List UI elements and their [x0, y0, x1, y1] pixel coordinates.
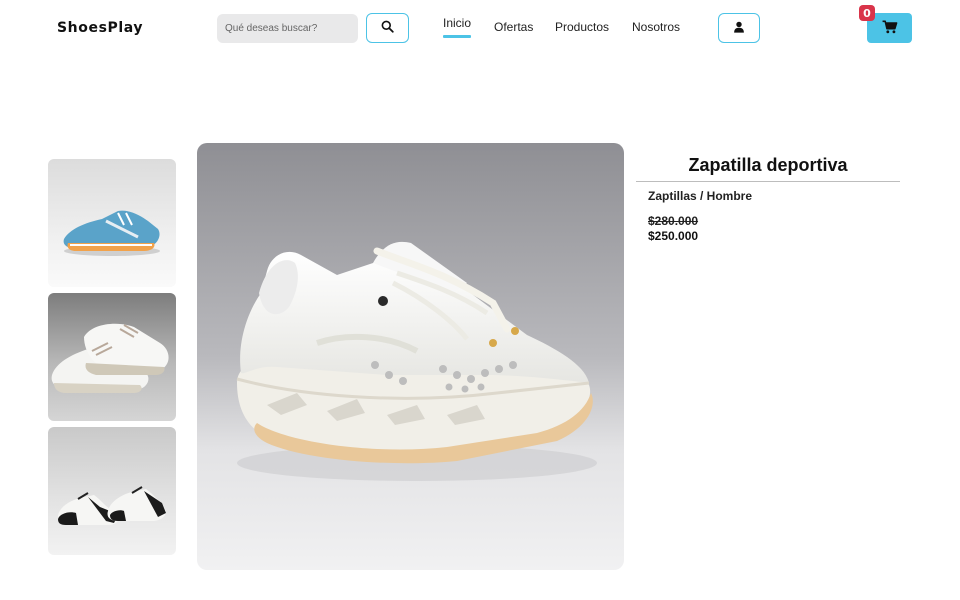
product-old-price: $280.000	[648, 214, 699, 228]
blue-running-shoe-image	[48, 159, 176, 287]
thumbnail-white-casual-sneaker[interactable]	[48, 293, 176, 421]
white-sport-sneaker-image	[197, 143, 624, 570]
thumbnail-black-white-oxford[interactable]	[48, 427, 176, 555]
user-icon	[733, 21, 745, 36]
title-divider	[636, 181, 900, 182]
brand-logo[interactable]: ShoesPlay	[57, 20, 143, 36]
product-price: $250.000	[648, 229, 699, 243]
nav-item-nosotros[interactable]: Nosotros	[632, 20, 680, 34]
search-button[interactable]	[366, 13, 409, 43]
main-product-image	[197, 143, 624, 570]
search-icon	[381, 20, 394, 36]
cart-icon	[882, 20, 898, 37]
black-white-oxford-image	[48, 427, 176, 555]
search-input[interactable]	[217, 14, 358, 43]
top-navbar: ShoesPlay Inicio Ofertas Productos Nosot…	[0, 0, 960, 56]
nav-item-inicio[interactable]: Inicio	[443, 16, 472, 38]
nav-item-ofertas[interactable]: Ofertas	[494, 20, 533, 34]
white-casual-sneaker-image	[48, 293, 176, 421]
thumbnail-blue-running-shoe[interactable]	[48, 159, 176, 287]
user-account-button[interactable]	[718, 13, 760, 43]
nav-item-productos[interactable]: Productos	[555, 20, 609, 34]
product-category: Zaptillas / Hombre	[648, 189, 753, 203]
product-title: Zapatilla deportiva	[688, 155, 848, 175]
cart-count-badge: 0	[859, 5, 875, 21]
